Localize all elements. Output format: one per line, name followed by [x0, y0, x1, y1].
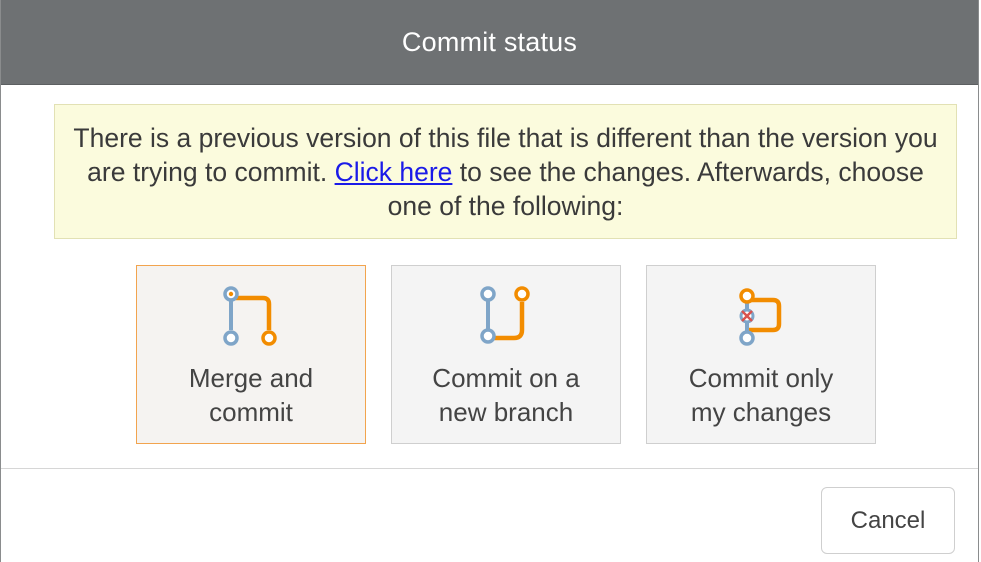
commit-new-branch-label: Commit on a new branch: [392, 361, 620, 429]
merge-and-commit-label: Merge and commit: [137, 361, 365, 429]
footer-divider: [1, 468, 978, 469]
branch-icon: [474, 284, 538, 348]
commit-new-branch-button[interactable]: Commit on a new branch: [391, 265, 621, 444]
label-line-1: Commit on a: [432, 363, 580, 393]
see-changes-link[interactable]: Click here: [335, 157, 453, 187]
notice-text: There is a previous version of this file…: [71, 121, 940, 223]
notice-box: There is a previous version of this file…: [54, 104, 957, 239]
commit-only-my-changes-button[interactable]: Commit only my changes: [646, 265, 876, 444]
label-line-1: Merge and: [188, 363, 314, 393]
dialog-title: Commit status: [401, 26, 578, 57]
commit-mine-icon: [729, 284, 793, 348]
cancel-button[interactable]: Cancel: [821, 487, 955, 554]
merge-icon: [219, 284, 283, 348]
commit-only-my-changes-label: Commit only my changes: [647, 361, 875, 429]
dialog-titlebar: Commit status: [1, 0, 978, 85]
merge-and-commit-button[interactable]: Merge and commit: [136, 265, 366, 444]
label-line-2: commit: [209, 397, 293, 427]
commit-status-dialog: Commit status There is a previous versio…: [0, 0, 979, 562]
label-line-1: Commit only: [688, 363, 834, 393]
label-line-2: new branch: [438, 397, 574, 427]
label-line-2: my changes: [690, 397, 832, 427]
notice-text-after: to see the changes. Afterwards, choose o…: [387, 156, 924, 221]
